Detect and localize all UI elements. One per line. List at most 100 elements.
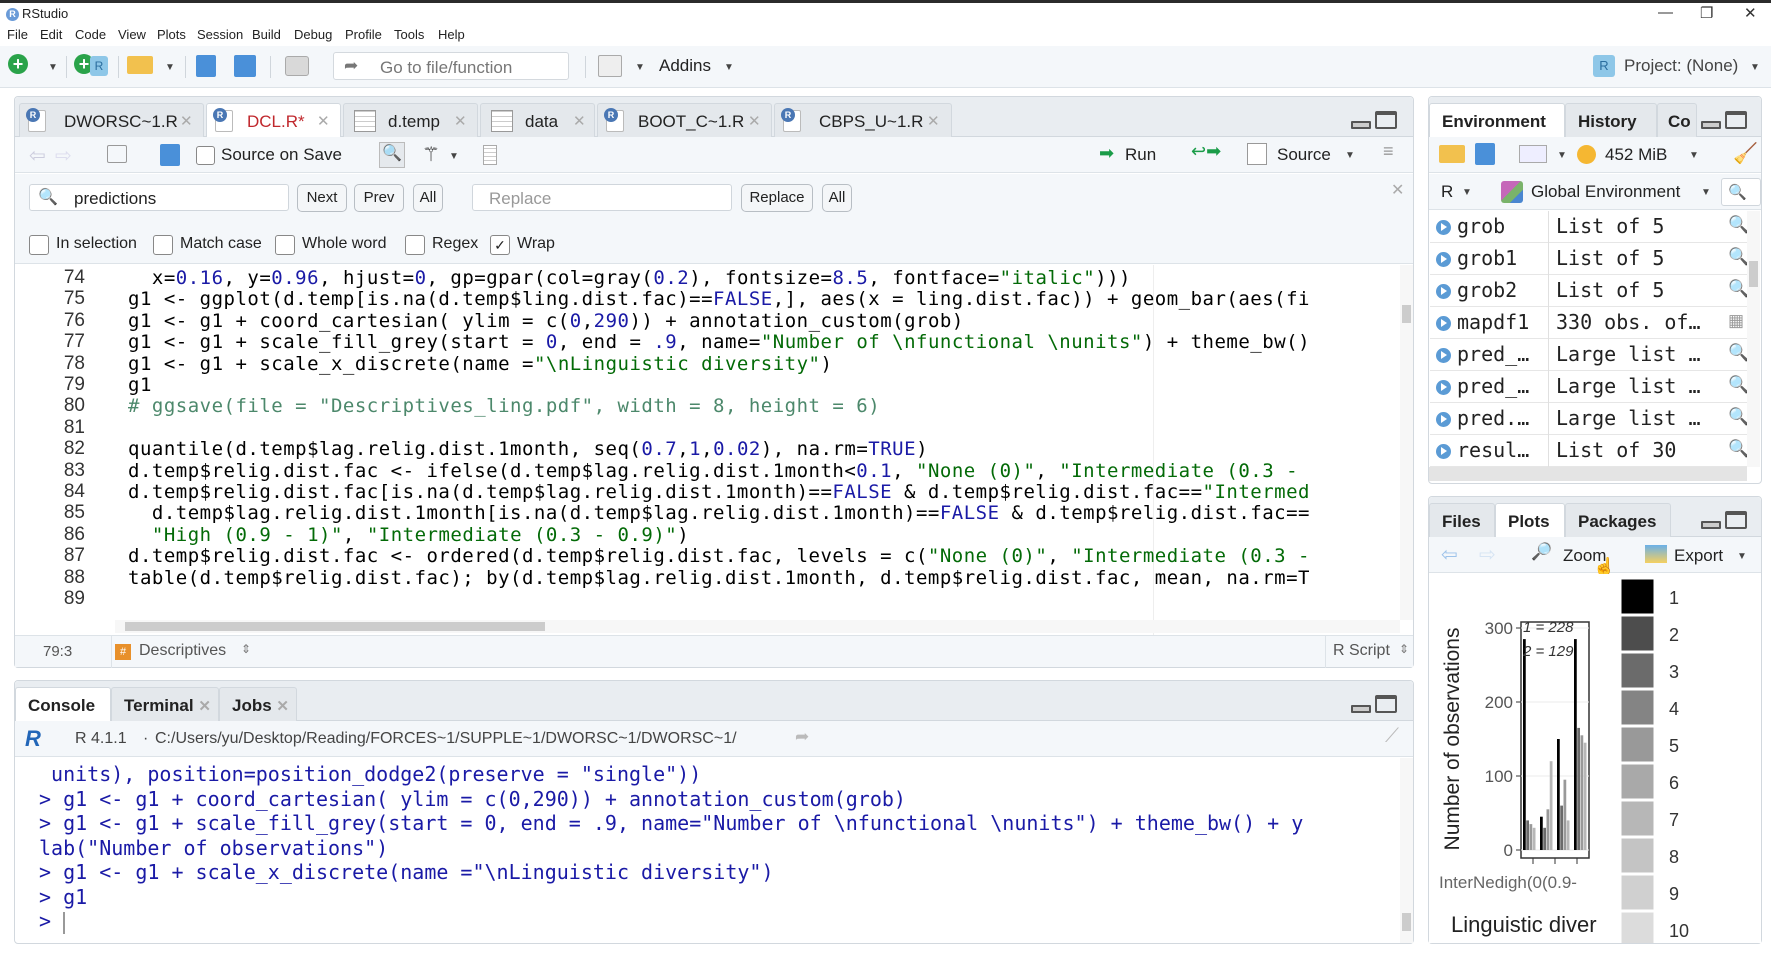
menu-tools[interactable]: Tools: [394, 27, 424, 42]
editor-tab-dworsc[interactable]: DWORSC~1.R✕: [19, 103, 204, 137]
import-dropdown-icon[interactable]: ▼: [1557, 150, 1567, 161]
tab-console[interactable]: Console: [15, 687, 111, 721]
code-line[interactable]: quantile(d.temp$lag.relig.dist.1month, s…: [128, 438, 928, 460]
console-scrollbar-thumb[interactable]: [1402, 913, 1411, 931]
expand-icon[interactable]: [1436, 444, 1451, 459]
code-line[interactable]: g1 <- g1 + coord_cartesian( ylim = c(0,2…: [128, 310, 964, 332]
new-file-icon[interactable]: +: [8, 54, 28, 74]
environment-row[interactable]: pred_… Large list … 🔍: [1430, 371, 1760, 403]
tab-history[interactable]: History: [1565, 103, 1657, 137]
outline-icon[interactable]: ≡: [1383, 141, 1394, 162]
whole-word-checkbox[interactable]: [275, 235, 295, 255]
code-line[interactable]: "High (0.9 - 1)", "Intermediate (0.3 - 0…: [128, 524, 689, 546]
code-line[interactable]: d.temp$relig.dist.fac <- ordered(d.temp$…: [128, 545, 1310, 567]
save-all-icon[interactable]: [234, 55, 256, 77]
memory-dropdown-icon[interactable]: ▼: [1689, 150, 1699, 161]
replace-button[interactable]: Replace: [741, 184, 813, 212]
replace-input[interactable]: Replace: [472, 184, 732, 211]
open-file-dropdown-icon[interactable]: ▼: [165, 62, 175, 73]
menu-session[interactable]: Session: [197, 27, 243, 42]
compile-report-icon[interactable]: [483, 145, 497, 165]
environment-h-scrollbar[interactable]: [1429, 467, 1747, 481]
maximize-pane-icon[interactable]: [1725, 511, 1747, 529]
run-button[interactable]: ➡ Run: [1095, 142, 1169, 168]
horizontal-scrollbar[interactable]: [115, 620, 1400, 633]
code-line[interactable]: # ggsave(file = "Descriptives_ling.pdf",…: [128, 395, 880, 417]
minimize-pane-icon[interactable]: [1351, 705, 1371, 713]
find-next-button[interactable]: Next: [297, 184, 347, 212]
inspect-icon[interactable]: 🔍: [1728, 215, 1749, 235]
memory-usage[interactable]: 452 MiB: [1605, 145, 1667, 165]
console-scrollbar[interactable]: [1400, 758, 1413, 943]
menu-help[interactable]: Help: [438, 27, 465, 42]
next-plot-icon[interactable]: ⇨: [1479, 542, 1496, 567]
tab-environment[interactable]: Environment: [1429, 103, 1565, 137]
inspect-icon[interactable]: 🔍: [1728, 407, 1749, 427]
editor-tab-cbps[interactable]: CBPS_U~1.R✕: [774, 103, 952, 137]
go-to-file-input[interactable]: ➦ Go to file/function: [333, 52, 569, 80]
menu-file[interactable]: File: [7, 27, 28, 42]
vertical-scrollbar[interactable]: [1400, 265, 1413, 620]
environment-row[interactable]: pred_… Large list … 🔍: [1430, 339, 1760, 371]
tab-connections[interactable]: Co: [1657, 103, 1697, 137]
expand-icon[interactable]: [1436, 220, 1451, 235]
code-line[interactable]: g1 <- g1 + scale_fill_grey(start = 0, en…: [128, 331, 1310, 353]
close-tab-icon[interactable]: ✕: [317, 112, 330, 130]
code-line[interactable]: d.temp$relig.dist.fac[is.na(d.temp$lag.r…: [128, 481, 1310, 503]
code-line[interactable]: g1 <- ggplot(d.temp[is.na(d.temp$ling.di…: [128, 288, 1310, 310]
menu-profile[interactable]: Profile: [345, 27, 382, 42]
tab-files[interactable]: Files: [1429, 503, 1495, 537]
show-in-window-icon[interactable]: [107, 145, 127, 163]
editor-tab-dtemp[interactable]: d.temp ✕: [343, 103, 478, 137]
expand-icon[interactable]: [1436, 252, 1451, 267]
close-tab-icon[interactable]: ✕: [748, 112, 761, 130]
minimize-pane-icon[interactable]: [1701, 121, 1721, 129]
environment-row[interactable]: mapdf1 330 obs. of… ▦: [1430, 307, 1760, 339]
inspect-icon[interactable]: 🔍: [1728, 375, 1749, 395]
code-line[interactable]: table(d.temp$relig.dist.fac); by(d.temp$…: [128, 567, 1310, 589]
tab-packages[interactable]: Packages: [1565, 503, 1671, 537]
menu-build[interactable]: Build: [252, 27, 281, 42]
import-dataset-icon[interactable]: [1519, 145, 1547, 163]
editor-tab-boot[interactable]: BOOT_C~1.R✕: [597, 103, 772, 137]
workspace-panes-icon[interactable]: [598, 55, 622, 77]
close-button[interactable]: ✕: [1744, 4, 1757, 22]
code-tools-wand-icon[interactable]: ⚚: [422, 142, 440, 167]
load-workspace-icon[interactable]: [1439, 145, 1465, 163]
new-file-dropdown-icon[interactable]: ▼: [48, 62, 58, 73]
restore-button[interactable]: ❐: [1700, 4, 1713, 22]
code-line[interactable]: g1: [128, 374, 152, 396]
inspect-icon[interactable]: 🔍: [1728, 439, 1749, 459]
language-selector[interactable]: R: [1441, 182, 1453, 202]
regex-checkbox[interactable]: [405, 235, 425, 255]
menu-plots[interactable]: Plots: [157, 27, 186, 42]
environment-row[interactable]: grob List of 5 🔍: [1430, 211, 1760, 243]
environment-row[interactable]: pred.… Large list … 🔍: [1430, 403, 1760, 435]
save-icon[interactable]: [196, 55, 216, 77]
minimize-pane-icon[interactable]: [1701, 521, 1721, 529]
close-find-icon[interactable]: ✕: [1391, 180, 1404, 200]
rerun-icon[interactable]: ↩➡: [1191, 141, 1221, 162]
tab-plots[interactable]: Plots: [1495, 503, 1565, 537]
tab-jobs[interactable]: Jobs ✕: [219, 687, 297, 721]
editor-tab-dcl[interactable]: DCL.R*✕: [206, 103, 341, 137]
filetype-selector[interactable]: R Script: [1333, 642, 1390, 660]
environment-scrollbar-thumb[interactable]: [1749, 261, 1758, 287]
find-all-button[interactable]: All: [413, 184, 443, 212]
expand-icon[interactable]: [1436, 316, 1451, 331]
scrollbar-thumb[interactable]: [1402, 305, 1411, 323]
inspect-icon[interactable]: 🔍: [1728, 343, 1749, 363]
close-tab-icon[interactable]: ✕: [198, 698, 211, 715]
environment-scrollbar[interactable]: [1747, 211, 1760, 467]
source-dropdown-icon[interactable]: ▼: [1345, 150, 1355, 161]
environment-row[interactable]: grob1 List of 5 🔍: [1430, 243, 1760, 275]
close-tab-icon[interactable]: ✕: [276, 698, 289, 715]
previous-plot-icon[interactable]: ⇦: [1441, 542, 1458, 567]
export-button[interactable]: Export: [1674, 546, 1723, 566]
menu-debug[interactable]: Debug: [294, 27, 332, 42]
expand-icon[interactable]: [1436, 284, 1451, 299]
forward-icon[interactable]: ⇨: [55, 143, 72, 168]
addins-menu[interactable]: Addins: [659, 56, 711, 76]
section-selector[interactable]: Descriptives: [139, 642, 226, 660]
inspect-icon[interactable]: 🔍: [1728, 247, 1749, 267]
